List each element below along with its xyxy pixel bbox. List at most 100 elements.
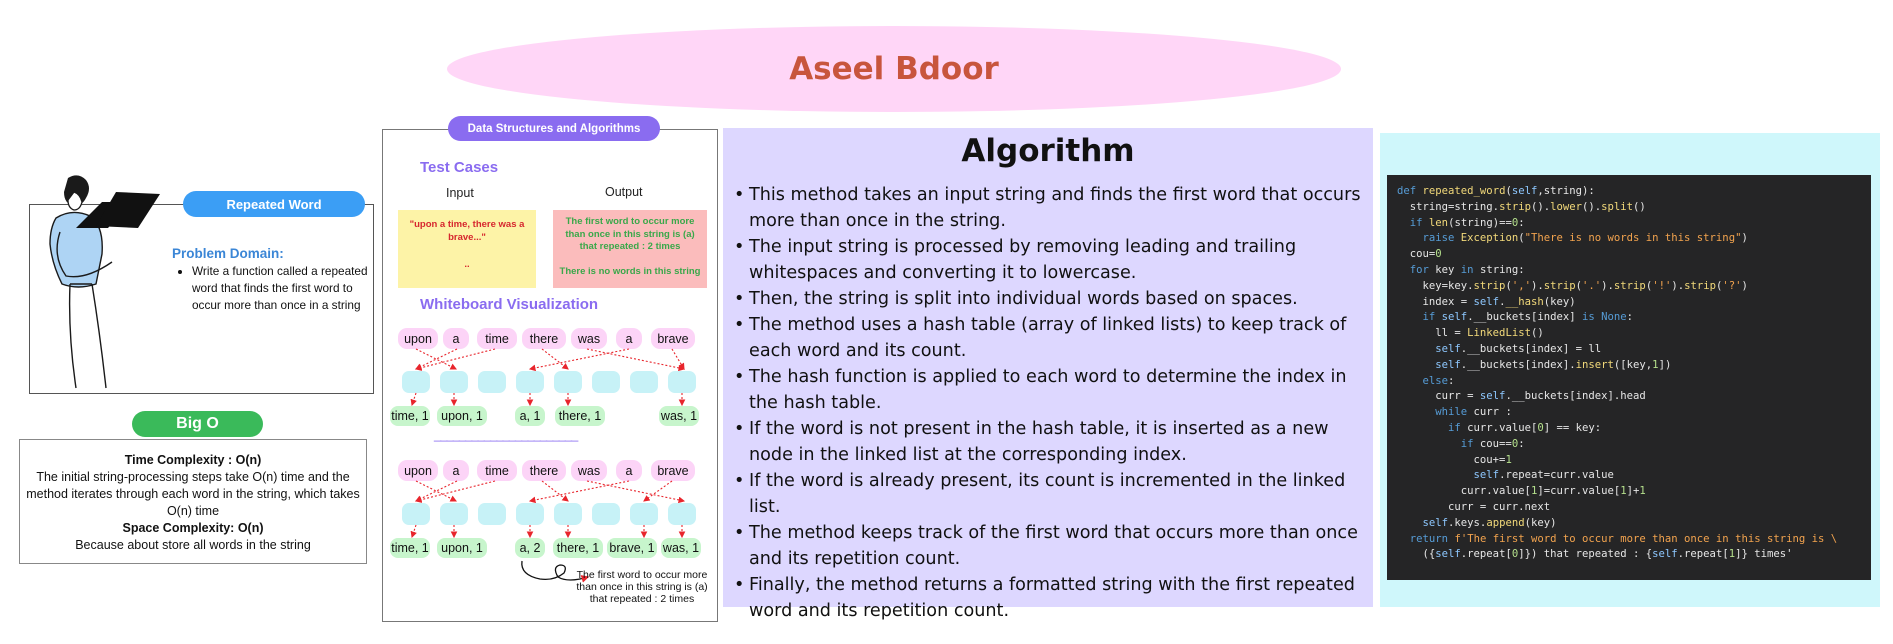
algorithm-step: The method uses a hash table (array of l… — [734, 312, 1370, 364]
word-chip: time — [477, 328, 517, 349]
code-line: curr = curr.next — [1397, 500, 1551, 513]
problem-domain-title: Problem Domain: — [172, 246, 284, 261]
algorithm-step: If the word is not present in the hash t… — [734, 416, 1370, 468]
count-chip: was, 1 — [661, 538, 701, 558]
hash-bucket — [554, 371, 582, 393]
count-chip: brave, 1 — [607, 538, 657, 558]
algorithm-step: The hash function is applied to each wor… — [734, 364, 1370, 416]
hash-bucket — [402, 371, 430, 393]
hash-bucket — [478, 371, 506, 393]
code-line: if cou==0: — [1460, 437, 1525, 450]
algorithm-step: Then, the string is split into individua… — [734, 286, 1370, 312]
big-o-card: Time Complexity : O(n) The initial strin… — [19, 439, 367, 564]
algorithm-step: This method takes an input string and fi… — [734, 182, 1370, 234]
hash-bucket — [516, 503, 544, 525]
problem-domain-list: Write a function called a repeated word … — [178, 263, 382, 314]
code-line: cou=0 — [1397, 248, 1442, 261]
algorithm-step: Finally, the method returns a formatted … — [734, 572, 1370, 624]
word-chip: a — [443, 328, 469, 349]
input-header: Input — [446, 186, 474, 200]
code-line: self.keys.append(key) — [1422, 516, 1557, 529]
code-line: self.__buckets[index] = ll — [1435, 342, 1602, 355]
word-chip: there — [522, 328, 566, 349]
divider-line: _______________________ — [434, 427, 578, 442]
code-line: return f'The first word to occur more th… — [1409, 532, 1838, 545]
visualization-note: The first word to occur more than once i… — [576, 569, 708, 605]
count-chip: a, 1 — [515, 406, 545, 426]
count-chip: upon, 1 — [437, 406, 487, 426]
code-line: ll = LinkedList() — [1397, 327, 1544, 340]
hash-bucket — [516, 371, 544, 393]
code-line: else: — [1422, 374, 1455, 387]
test-input-2: .. — [464, 259, 470, 270]
dsa-pill: Data Structures and Algorithms — [448, 116, 660, 141]
code-line: self.repeat=curr.value — [1473, 469, 1614, 482]
code-line: while curr : — [1435, 406, 1512, 419]
word-chip: was — [571, 460, 607, 481]
word-chip: there — [522, 460, 566, 481]
code-line: def repeated_word(self,string): — [1397, 185, 1595, 197]
title-banner: Aseel Bdoor — [447, 26, 1341, 112]
hash-bucket — [592, 503, 620, 525]
code-line: for key in string: — [1409, 263, 1525, 276]
count-chip: time, 1 — [390, 538, 430, 558]
count-chip: was, 1 — [659, 406, 699, 426]
time-complexity-text: The initial string-processing steps take… — [26, 470, 360, 518]
word-chip: brave — [651, 460, 695, 481]
big-o-pill: Big O — [132, 411, 263, 437]
algorithm-title: Algorithm — [961, 133, 1135, 169]
code-line: self.__buckets[index].insert([key,1]) — [1435, 358, 1672, 371]
word-chip: a — [443, 460, 469, 481]
word-chip: brave — [651, 328, 695, 349]
count-chip: a, 2 — [515, 538, 545, 558]
code-line: curr.value[1]=curr.value[1]+1 — [1397, 485, 1646, 498]
algorithm-steps: This method takes an input string and fi… — [734, 182, 1370, 624]
hash-bucket — [668, 371, 696, 393]
test-output-2: There is no words in this string — [559, 265, 701, 277]
code-line: if curr.value[0] == key: — [1448, 421, 1602, 434]
repeated-word-pill: Repeated Word — [183, 191, 365, 217]
hash-bucket — [592, 371, 620, 393]
code-line: raise Exception("There is no words in th… — [1422, 232, 1748, 245]
code-line: if len(string)==0: — [1409, 216, 1525, 229]
hash-bucket — [668, 503, 696, 525]
code-line: curr = self.__buckets[index].head — [1397, 390, 1646, 403]
hash-bucket — [440, 371, 468, 393]
code-line: key=key.strip(',').strip('.').strip('!')… — [1397, 279, 1748, 292]
hash-bucket — [478, 503, 506, 525]
test-input-1: "upon a time, there was a brave..." — [409, 219, 525, 243]
code-block: def repeated_word(self,string): string=s… — [1397, 184, 1867, 563]
visualization-title: Whiteboard Visualization — [420, 296, 599, 313]
hash-bucket — [630, 371, 658, 393]
time-complexity-title: Time Complexity : O(n) — [124, 453, 262, 467]
algorithm-step: If the word is already present, its coun… — [734, 468, 1370, 520]
word-chip: time — [477, 460, 517, 481]
count-chip: there, 1 — [553, 538, 603, 558]
count-chip: there, 1 — [555, 406, 605, 426]
output-header: Output — [605, 185, 643, 199]
count-chip: upon, 1 — [437, 538, 487, 558]
word-chip: upon — [398, 460, 438, 481]
algorithm-step: The input string is processed by removin… — [734, 234, 1370, 286]
code-line: if self.__buckets[index] is None: — [1422, 311, 1634, 324]
test-output-1: The first word to occur more than once i… — [565, 216, 695, 252]
space-complexity-title: Space Complexity: O(n) — [122, 521, 264, 535]
algorithm-step: The method keeps track of the first word… — [734, 520, 1370, 572]
test-input-cell: "upon a time, there was a brave..." .. — [398, 210, 536, 288]
code-line: index = self.__hash(key) — [1397, 295, 1576, 308]
page-title: Aseel Bdoor — [789, 51, 999, 87]
word-chip: a — [616, 328, 642, 349]
word-chip: was — [571, 328, 607, 349]
hash-bucket — [554, 503, 582, 525]
test-cases-title: Test Cases — [420, 159, 499, 176]
hash-bucket — [402, 503, 430, 525]
person-laptop-icon — [49, 175, 160, 389]
count-chip: time, 1 — [390, 406, 430, 426]
test-output-cell: The first word to occur more than once i… — [553, 210, 707, 288]
problem-domain-text: Write a function called a repeated word … — [192, 263, 382, 314]
space-complexity-text: Because about store all words in the str… — [75, 538, 311, 552]
code-line: string=string.strip().lower().split() — [1397, 200, 1646, 213]
word-chip: a — [616, 460, 642, 481]
word-chip: upon — [398, 328, 438, 349]
code-line: cou+=1 — [1397, 453, 1512, 466]
